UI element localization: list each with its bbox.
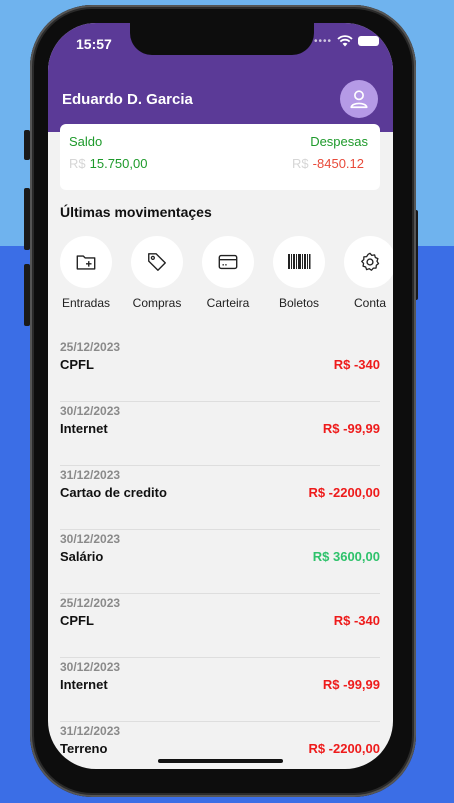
transaction-date: 25/12/2023 bbox=[60, 340, 121, 354]
action-boletos[interactable]: Boletos bbox=[269, 236, 329, 310]
action-compras[interactable]: Compras bbox=[127, 236, 187, 310]
despesas-amount: -8450.12 bbox=[312, 156, 364, 171]
action-carteira-circle[interactable] bbox=[202, 236, 254, 288]
status-icons: •••• bbox=[314, 35, 380, 47]
status-time: 15:57 bbox=[76, 36, 112, 52]
despesas-currency: R$ bbox=[292, 156, 309, 171]
action-entradas[interactable]: Entradas bbox=[56, 236, 116, 310]
balance-card: Saldo R$ 15.750,00 Despesas R$ -8450.12 bbox=[60, 124, 380, 190]
transaction-row[interactable]: 30/12/2023 Internet R$ -99,99 bbox=[60, 658, 380, 722]
action-conta-circle[interactable] bbox=[344, 236, 393, 288]
user-name: Eduardo D. Garcia bbox=[62, 91, 193, 108]
action-boletos-label: Boletos bbox=[278, 296, 320, 310]
action-conta[interactable]: Conta bbox=[340, 236, 393, 310]
action-compras-circle[interactable] bbox=[131, 236, 183, 288]
barcode-icon bbox=[288, 254, 311, 269]
transaction-name: Cartao de credito bbox=[60, 485, 167, 500]
action-entradas-label: Entradas bbox=[61, 296, 111, 310]
transaction-amount: R$ -340 bbox=[333, 613, 380, 628]
transaction-name: Internet bbox=[60, 677, 108, 692]
saldo-value: R$ 15.750,00 bbox=[69, 156, 147, 171]
transaction-row[interactable]: 30/12/2023 Salário R$ 3600,00 bbox=[60, 530, 380, 594]
transactions-list: 25/12/2023 CPFL R$ -340 30/12/2023 Inter… bbox=[60, 338, 380, 769]
transaction-date: 30/12/2023 bbox=[60, 660, 121, 674]
saldo-amount: 15.750,00 bbox=[89, 156, 148, 171]
transaction-row[interactable]: 25/12/2023 CPFL R$ -340 bbox=[60, 594, 380, 658]
transaction-date: 31/12/2023 bbox=[60, 724, 121, 738]
transaction-date: 25/12/2023 bbox=[60, 596, 121, 610]
battery-icon bbox=[358, 36, 380, 46]
quick-actions: Entradas Compras Carteira Boletos Conta bbox=[48, 236, 393, 316]
saldo-currency: R$ bbox=[69, 156, 86, 171]
credit-card-icon bbox=[218, 254, 238, 270]
transaction-date: 30/12/2023 bbox=[60, 532, 121, 546]
transaction-amount: R$ -2200,00 bbox=[308, 741, 380, 756]
transaction-amount: R$ -2200,00 bbox=[308, 485, 380, 500]
section-title: Últimas movimentaçes bbox=[60, 204, 212, 220]
folder-add-icon bbox=[76, 255, 96, 270]
action-boletos-circle[interactable] bbox=[273, 236, 325, 288]
transaction-name: CPFL bbox=[60, 613, 94, 628]
transaction-amount: R$ 3600,00 bbox=[312, 549, 380, 564]
action-carteira-label: Carteira bbox=[206, 296, 250, 310]
tag-icon bbox=[148, 253, 166, 271]
app-screen: 15:57 •••• Eduardo D. Garcia Saldo R$ 15.… bbox=[48, 23, 393, 769]
notch bbox=[130, 23, 314, 55]
avatar-button[interactable] bbox=[340, 80, 378, 118]
transaction-row[interactable]: 30/12/2023 Internet R$ -99,99 bbox=[60, 402, 380, 466]
user-icon bbox=[350, 90, 368, 109]
action-compras-label: Compras bbox=[132, 296, 182, 310]
transaction-name: Internet bbox=[60, 421, 108, 436]
transaction-name: Terreno bbox=[60, 741, 108, 756]
wifi-icon bbox=[337, 35, 353, 47]
signal-dots-icon: •••• bbox=[314, 35, 333, 47]
transaction-name: Salário bbox=[60, 549, 104, 564]
transaction-date: 31/12/2023 bbox=[60, 468, 121, 482]
saldo-label: Saldo bbox=[69, 134, 103, 149]
despesas-label: Despesas bbox=[310, 134, 368, 149]
transaction-row[interactable]: 31/12/2023 Cartao de credito R$ -2200,00 bbox=[60, 466, 380, 530]
transaction-row[interactable]: 25/12/2023 CPFL R$ -340 bbox=[60, 338, 380, 402]
transaction-amount: R$ -99,99 bbox=[322, 677, 380, 692]
action-conta-label: Conta bbox=[353, 296, 387, 310]
transaction-amount: R$ -340 bbox=[333, 357, 380, 372]
home-indicator[interactable] bbox=[158, 759, 283, 763]
action-carteira[interactable]: Carteira bbox=[198, 236, 258, 310]
transaction-date: 30/12/2023 bbox=[60, 404, 121, 418]
transaction-name: CPFL bbox=[60, 357, 94, 372]
action-entradas-circle[interactable] bbox=[60, 236, 112, 288]
despesas-value: R$ -8450.12 bbox=[292, 156, 364, 171]
gear-icon bbox=[361, 252, 380, 271]
transaction-amount: R$ -99,99 bbox=[322, 421, 380, 436]
